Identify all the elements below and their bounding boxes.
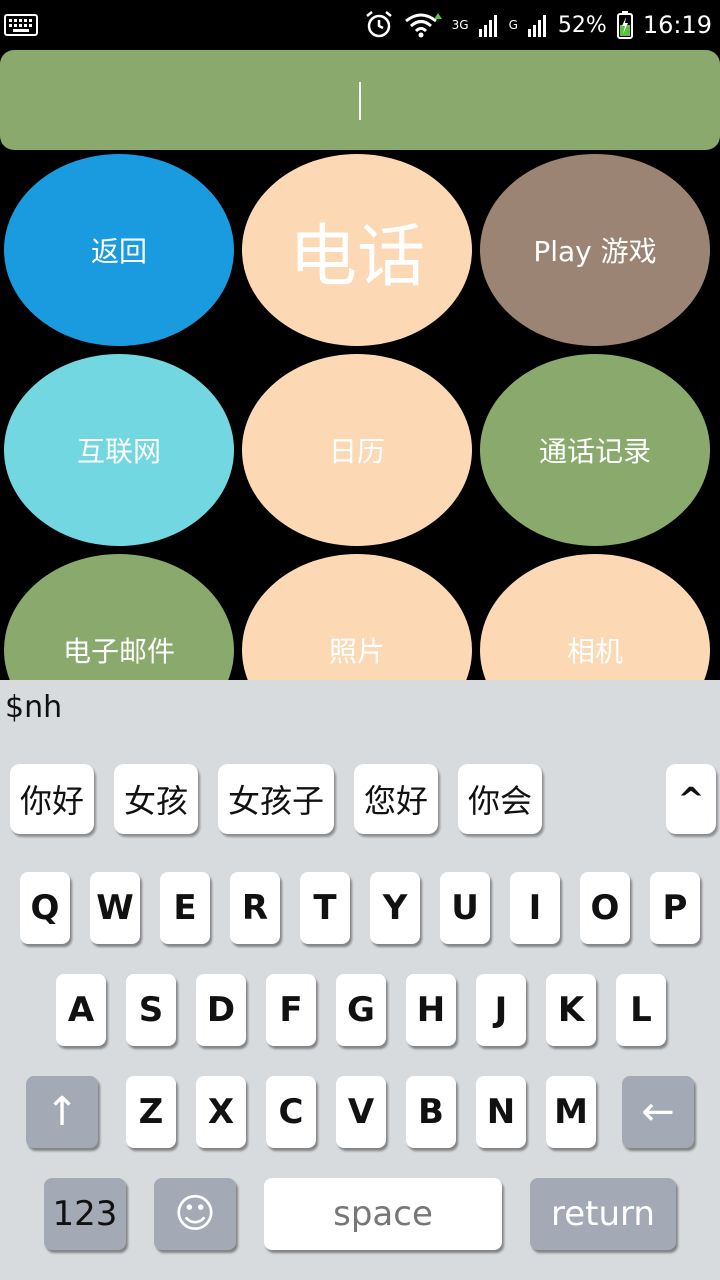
emoji-key[interactable]: ☺ (154, 1178, 236, 1250)
app-phone[interactable]: 电话 (242, 154, 472, 346)
key-u[interactable]: U (440, 872, 490, 944)
numbers-key[interactable]: 123 (44, 1178, 126, 1250)
key-a[interactable]: A (56, 974, 106, 1046)
composing-text: $nh (5, 690, 63, 725)
app-label: Play 游戏 (533, 235, 657, 268)
key-n[interactable]: N (476, 1076, 526, 1148)
status-bar: 3G G 52% 16:19 (0, 0, 720, 50)
app-call-log[interactable]: 通话记录 (480, 354, 710, 546)
app-photos[interactable]: 照片 (242, 554, 472, 680)
candidate-word[interactable]: 你好 (10, 764, 94, 834)
key-p[interactable]: P (650, 872, 700, 944)
key-d[interactable]: D (196, 974, 246, 1046)
key-y[interactable]: Y (370, 872, 420, 944)
app-label: 电话 (288, 217, 425, 297)
key-q[interactable]: Q (20, 872, 70, 944)
app-calendar[interactable]: 日历 (242, 354, 472, 546)
app-label: 电子邮件 (62, 635, 175, 668)
key-e[interactable]: E (160, 872, 210, 944)
return-key[interactable]: return (530, 1178, 676, 1250)
key-b[interactable]: B (406, 1076, 456, 1148)
candidate-word[interactable]: 您好 (354, 764, 438, 834)
shift-key[interactable]: ↑ (26, 1076, 98, 1148)
key-o[interactable]: O (580, 872, 630, 944)
battery-charging-icon (616, 11, 633, 39)
key-f[interactable]: F (266, 974, 316, 1046)
app-label: 日历 (328, 435, 385, 468)
space-key[interactable]: space (264, 1178, 502, 1250)
key-g[interactable]: G (336, 974, 386, 1046)
network-g-label: G (508, 18, 518, 32)
key-l[interactable]: L (616, 974, 666, 1046)
key-v[interactable]: V (336, 1076, 386, 1148)
key-w[interactable]: W (90, 872, 140, 944)
key-x[interactable]: X (196, 1076, 246, 1148)
key-s[interactable]: S (126, 974, 176, 1046)
app-camera[interactable]: 相机 (480, 554, 710, 680)
app-label: 照片 (328, 635, 385, 668)
keyboard-icon (4, 14, 38, 36)
app-label: 通话记录 (538, 435, 651, 468)
backspace-key[interactable]: ← (622, 1076, 694, 1148)
expand-candidates-button[interactable]: ^ (666, 764, 716, 834)
app-label: 相机 (566, 635, 623, 668)
text-cursor (359, 82, 361, 120)
alarm-clock-icon (365, 11, 392, 38)
candidate-word[interactable]: 女孩子 (218, 764, 334, 834)
composing-text-bar: $nh (0, 680, 720, 740)
app-back[interactable]: 返回 (4, 154, 234, 346)
signal-icon (478, 15, 497, 37)
app-play-games[interactable]: Play 游戏 (480, 154, 710, 346)
key-c[interactable]: C (266, 1076, 316, 1148)
key-j[interactable]: J (476, 974, 526, 1046)
signal-icon-2 (527, 15, 546, 37)
app-label: 返回 (90, 235, 147, 268)
key-m[interactable]: M (546, 1076, 596, 1148)
key-z[interactable]: Z (126, 1076, 176, 1148)
key-t[interactable]: T (300, 872, 350, 944)
app-grid: 返回 电话 Play 游戏 互联网 日历 通话记录 电子邮件 照片 相机 (0, 150, 720, 680)
app-email[interactable]: 电子邮件 (4, 554, 234, 680)
candidate-word[interactable]: 你会 (458, 764, 542, 834)
battery-percent: 52% (557, 12, 607, 38)
key-r[interactable]: R (230, 872, 280, 944)
app-label: 互联网 (76, 435, 161, 468)
wifi-icon (404, 13, 442, 38)
search-input[interactable] (0, 50, 720, 150)
clock-time: 16:19 (642, 11, 712, 39)
key-k[interactable]: K (546, 974, 596, 1046)
soft-keyboard: 你好 女孩 女孩子 您好 你会 ^ QWERTYUIOP ASDFGHJKL Z… (0, 740, 720, 1280)
candidate-word[interactable]: 女孩 (114, 764, 198, 834)
network-3g-label: 3G (451, 18, 469, 32)
app-internet[interactable]: 互联网 (4, 354, 234, 546)
key-h[interactable]: H (406, 974, 456, 1046)
key-i[interactable]: I (510, 872, 560, 944)
